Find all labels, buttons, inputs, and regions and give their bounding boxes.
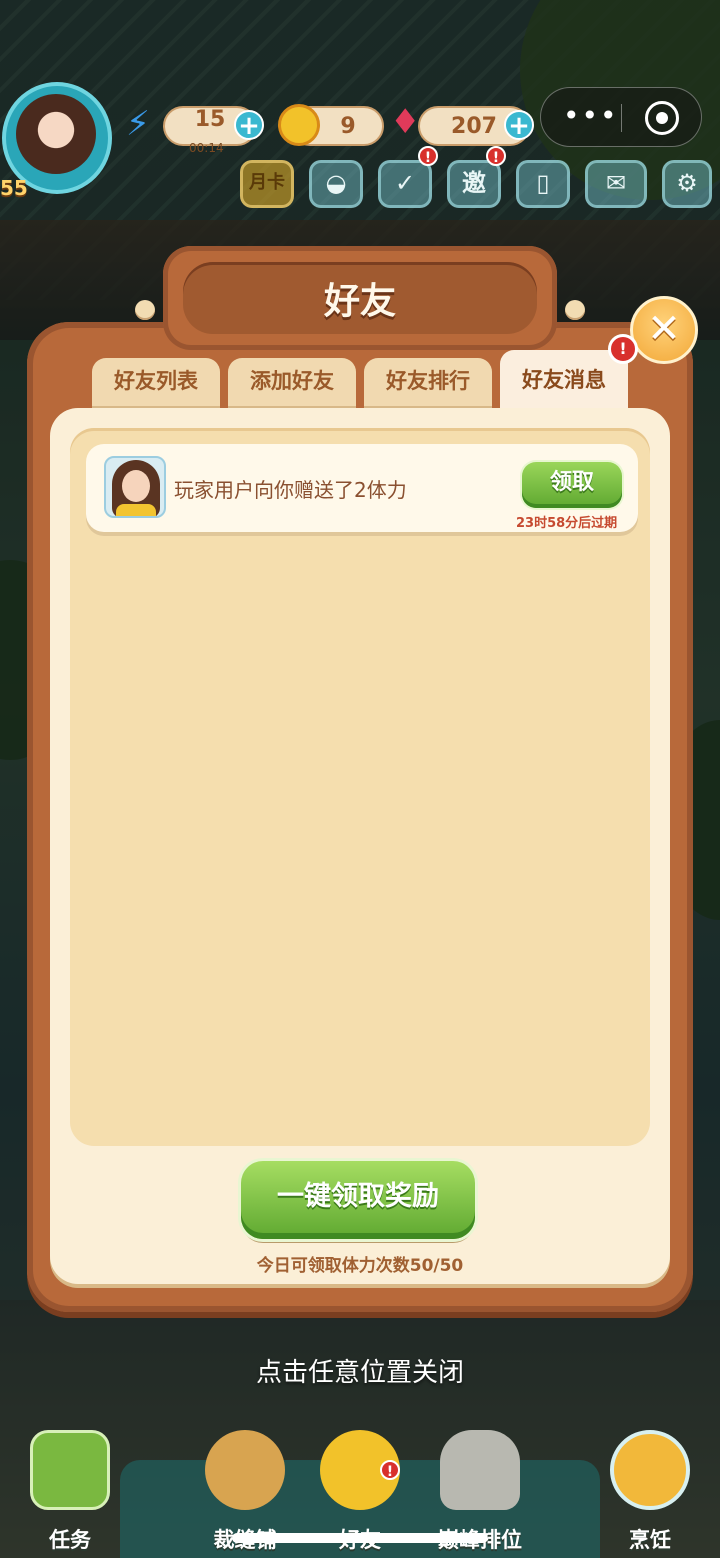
book-icon[interactable]: ▯ xyxy=(516,160,570,208)
invite-button[interactable]: 邀 xyxy=(447,160,501,208)
claim-all-button[interactable]: 一键领取奖励 xyxy=(241,1161,475,1239)
claim-button[interactable]: 领取 xyxy=(522,462,622,508)
messages-alert-badge: ! xyxy=(608,334,638,364)
tab-friend-ranking[interactable]: 好友排行 xyxy=(364,358,492,410)
close-dialog-button[interactable]: ✕ xyxy=(630,296,698,364)
coin-value: 9 xyxy=(340,113,356,139)
home-indicator[interactable] xyxy=(232,1533,488,1543)
tab-friend-list[interactable]: 好友列表 xyxy=(92,358,220,410)
avatar-face xyxy=(122,470,150,502)
energy-timer: 00:14 xyxy=(189,141,224,155)
chat-icon[interactable]: ◒ xyxy=(309,160,363,208)
tap-to-close-hint[interactable]: 点击任意位置关闭 xyxy=(0,1352,720,1389)
close-miniprogram-icon[interactable] xyxy=(645,101,679,135)
coin-icon xyxy=(278,104,320,146)
month-card-button[interactable]: 月卡 xyxy=(240,160,294,208)
thread-spool-icon xyxy=(205,1430,285,1510)
title-banner: 好友 xyxy=(183,262,537,334)
player-level: 55 xyxy=(0,176,28,200)
avatar-shirt xyxy=(116,504,156,516)
nav-cooking[interactable]: 烹饪 xyxy=(590,1420,710,1558)
add-gems-button[interactable]: + xyxy=(504,110,534,140)
daily-claim-limit: 今日可领取体力次数50/50 xyxy=(256,1256,464,1276)
dialog-title: 好友 xyxy=(323,281,396,322)
mail-icon[interactable]: ✉ xyxy=(585,160,647,208)
friends-alert-badge: ! xyxy=(380,1460,400,1480)
sender-avatar xyxy=(104,456,166,518)
message-list[interactable] xyxy=(70,428,650,1146)
capsule-divider xyxy=(621,104,622,132)
tab-friend-messages[interactable]: 好友消息 xyxy=(500,350,628,412)
settings-gear-icon[interactable]: ⚙ xyxy=(662,160,712,208)
more-menu-icon[interactable]: ••• xyxy=(563,102,619,130)
miniprogram-capsule: ••• xyxy=(540,87,702,147)
trophy-locked-icon xyxy=(440,1430,520,1510)
rivet-icon xyxy=(135,300,155,320)
cooking-pot-icon xyxy=(610,1430,690,1510)
energy-value: 15 xyxy=(194,106,226,132)
gem-value: 207 xyxy=(451,113,497,139)
calendar-alert-badge: ! xyxy=(418,146,438,166)
clipboard-check-icon xyxy=(30,1430,110,1510)
gem-icon: ♦ xyxy=(390,102,421,142)
expire-text: 23时58分后过期 xyxy=(516,516,618,531)
rivet-icon xyxy=(565,300,585,320)
dialog-title-plate: 好友 xyxy=(135,246,585,350)
calendar-checkin-icon[interactable]: ✓ xyxy=(378,160,432,208)
message-text: 玩家用户向你赠送了2体力 xyxy=(174,478,407,502)
tab-add-friend[interactable]: 添加好友 xyxy=(228,358,356,410)
add-energy-button[interactable]: + xyxy=(234,110,264,140)
lightning-icon: ⚡ xyxy=(126,104,150,144)
avatar-portrait xyxy=(16,94,96,174)
list-item: 玩家用户向你赠送了2体力 领取 23时58分后过期 xyxy=(86,444,638,532)
nav-label: 烹饪 xyxy=(629,1528,671,1552)
nav-tasks[interactable]: 任务 xyxy=(10,1420,130,1558)
invite-alert-badge: ! xyxy=(486,146,506,166)
nav-label: 任务 xyxy=(49,1528,91,1552)
